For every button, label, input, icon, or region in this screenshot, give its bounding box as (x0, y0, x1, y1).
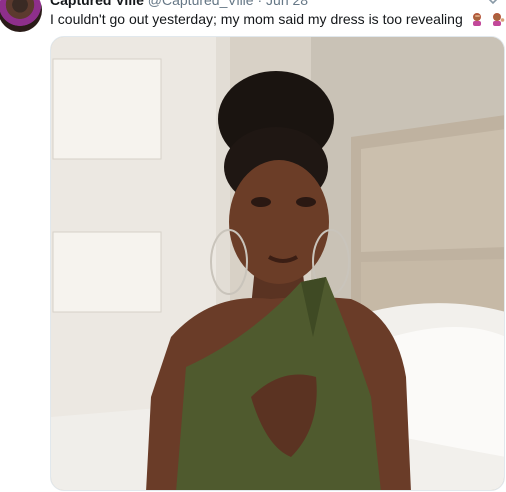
header-separator: · (257, 0, 263, 8)
tweet-timestamp[interactable]: Jun 28 (266, 0, 308, 8)
chevron-down-icon[interactable] (486, 0, 500, 8)
tweet-photo[interactable] (50, 36, 505, 491)
author-avatar[interactable] (0, 0, 42, 32)
woman-tipping-hand-emoji (491, 12, 505, 26)
tweet-header: Captured Ville @Captured_Ville · Jun 28 (50, 0, 308, 9)
tweet-text-row: I couldn't go out yesterday; my mom said… (50, 10, 505, 28)
photo-image (51, 37, 504, 490)
author-handle[interactable]: @Captured_Ville (148, 0, 254, 8)
woman-facepalming-emoji (470, 12, 484, 26)
tweet[interactable]: Captured Ville @Captured_Ville · Jun 28 … (0, 0, 506, 492)
author-name[interactable]: Captured Ville (50, 0, 144, 8)
tweet-text: I couldn't go out yesterday; my mom said… (50, 11, 463, 27)
